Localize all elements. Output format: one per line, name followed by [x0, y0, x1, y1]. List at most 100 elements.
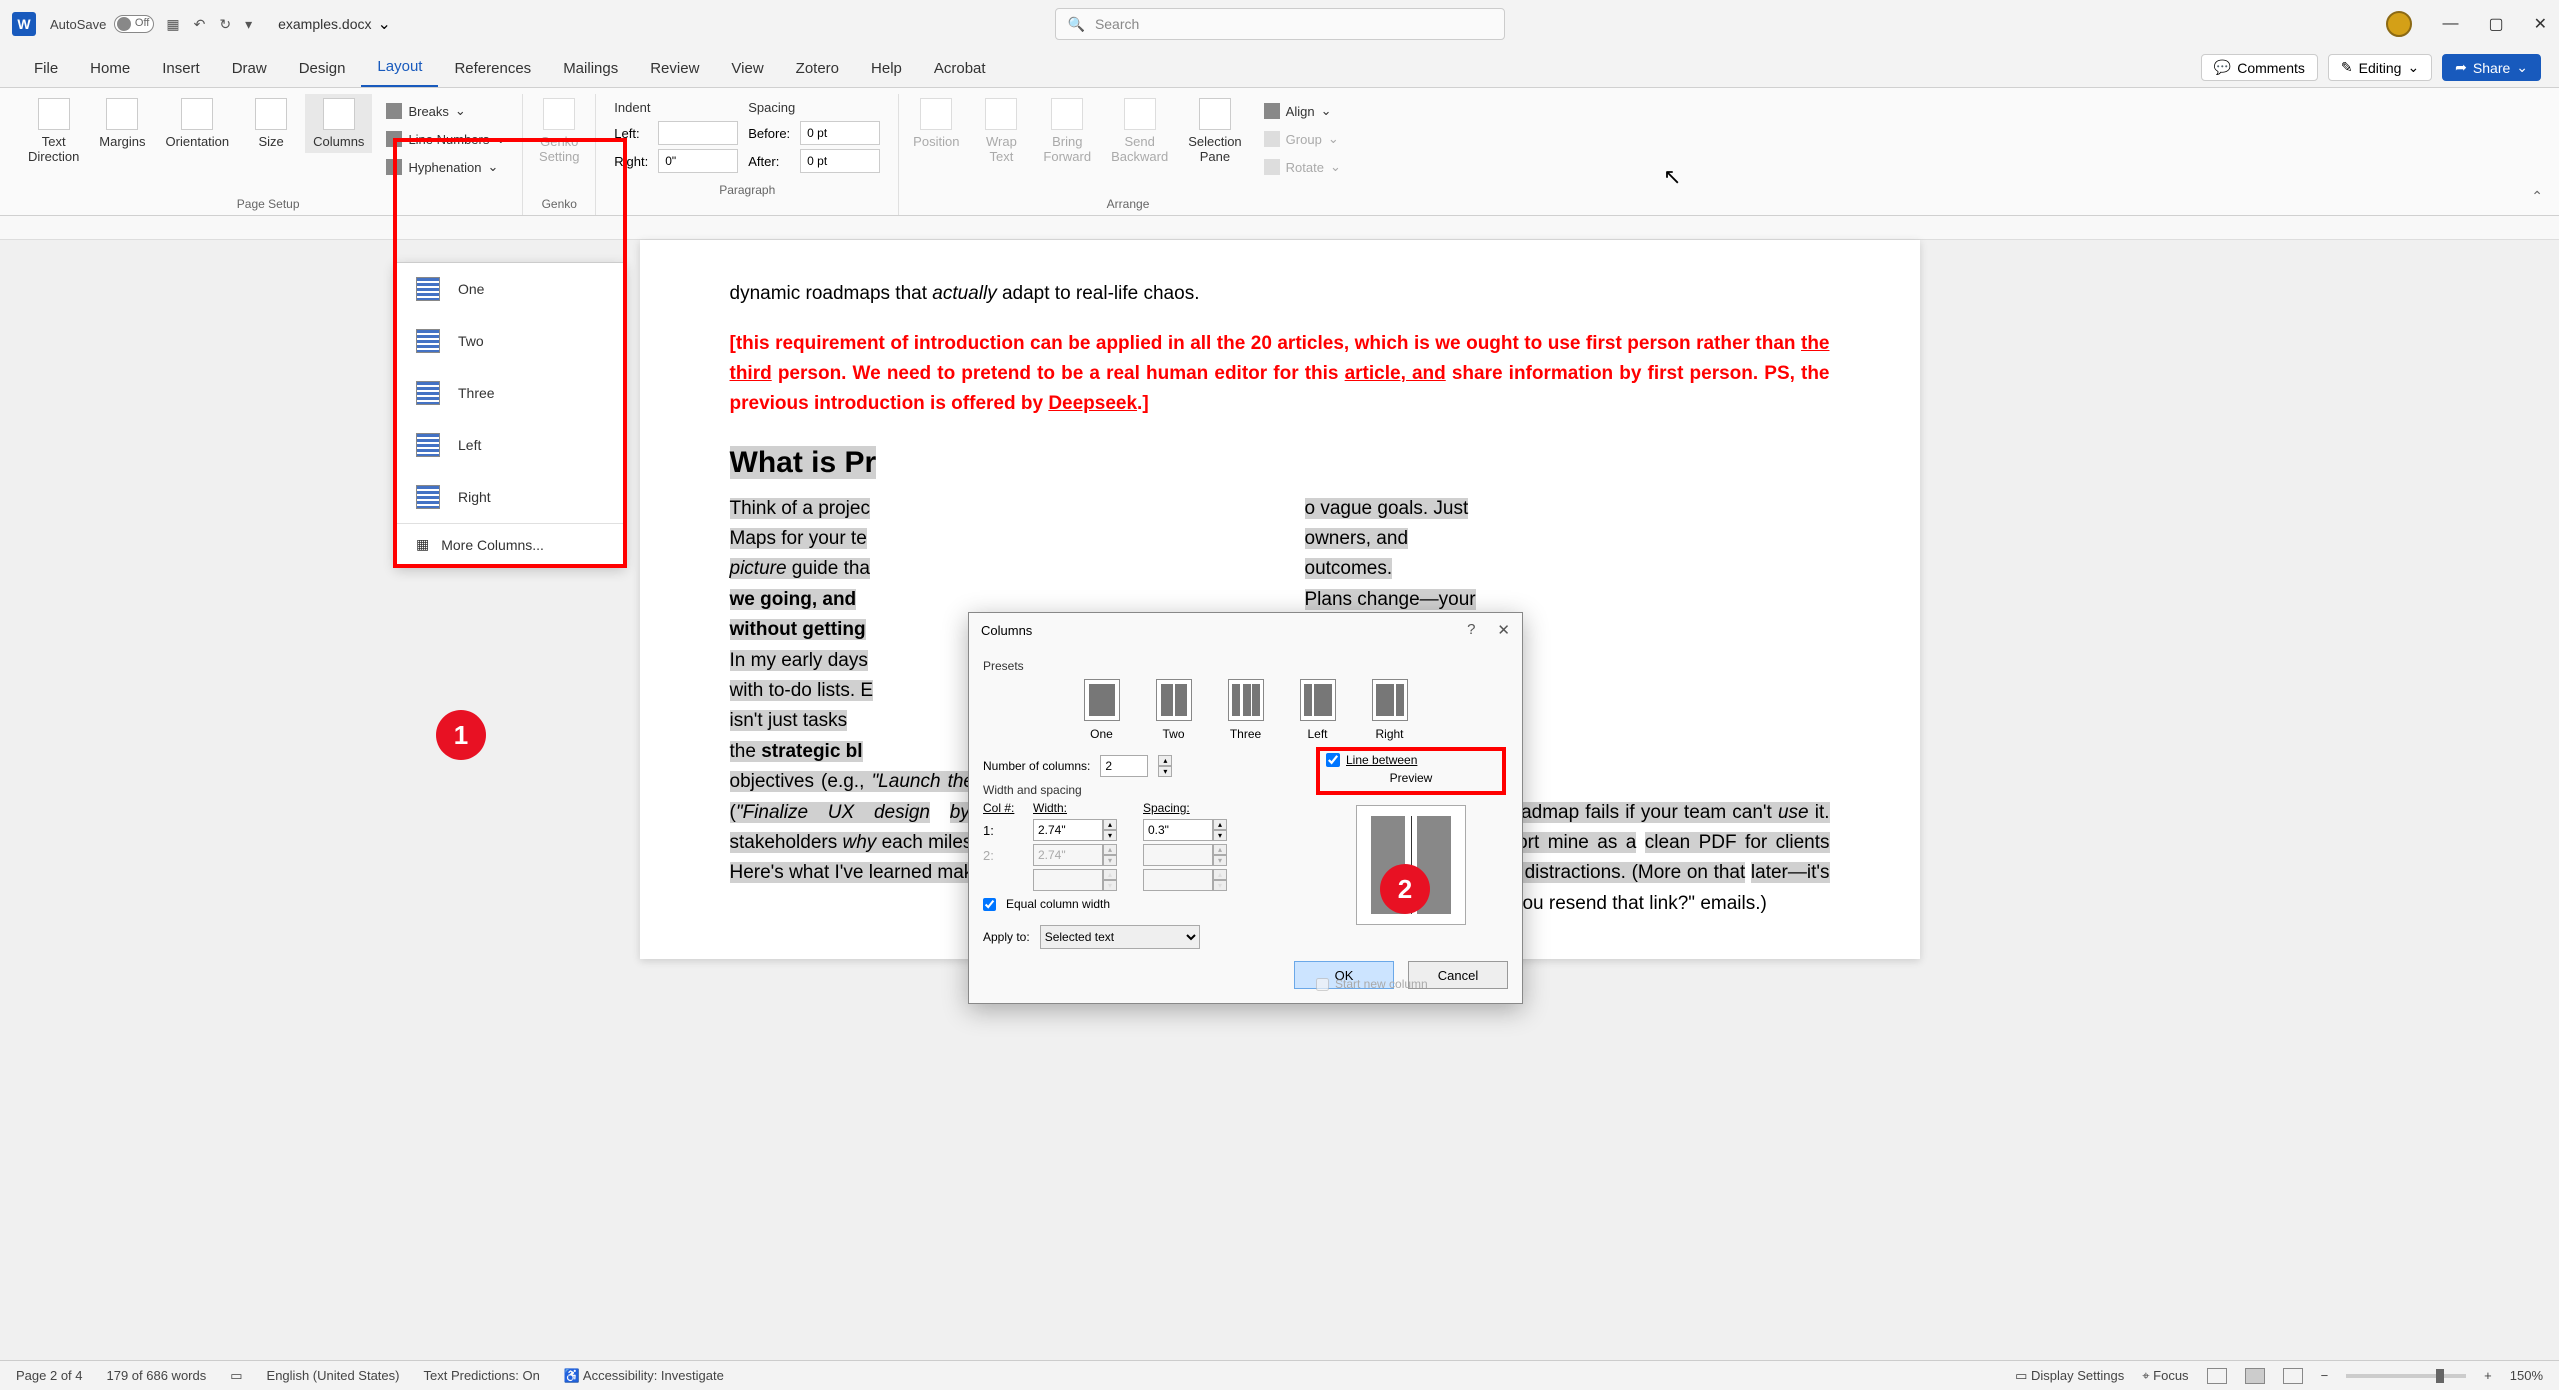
save-icon[interactable]: ▦ — [166, 16, 179, 33]
preset-three[interactable]: Three — [1228, 679, 1264, 741]
tab-references[interactable]: References — [438, 50, 547, 87]
spell-check-icon[interactable]: ▭ — [230, 1368, 242, 1384]
minimize-icon[interactable]: — — [2442, 15, 2458, 33]
autosave-toggle[interactable]: Off — [114, 15, 154, 33]
genko-setting-button[interactable]: Genko Setting — [529, 94, 589, 168]
hyphenation-button[interactable]: Hyphenation ⌄ — [380, 156, 512, 178]
columns-option-two[interactable]: Two — [396, 315, 624, 367]
intro-text: dynamic roadmaps that actually adapt to … — [730, 280, 1830, 309]
horizontal-ruler[interactable] — [0, 216, 2559, 240]
accessibility-indicator[interactable]: ♿ Accessibility: Investigate — [564, 1368, 724, 1384]
columns-option-three[interactable]: Three — [396, 367, 624, 419]
qa-more-icon[interactable]: ▾ — [245, 16, 252, 33]
row1-width-spinner[interactable]: ▴▾ — [1103, 819, 1117, 841]
dialog-titlebar[interactable]: Columns ? ✕ — [969, 613, 1522, 647]
preset-right[interactable]: Right — [1372, 679, 1408, 741]
tab-help[interactable]: Help — [855, 50, 918, 87]
tab-mailings[interactable]: Mailings — [547, 50, 634, 87]
document-name[interactable]: examples.docx — [278, 16, 371, 32]
focus-button[interactable]: ⌖ Focus — [2142, 1368, 2188, 1384]
wrap-text-button[interactable]: Wrap Text — [971, 94, 1031, 168]
size-button[interactable]: Size — [241, 94, 301, 153]
width-header: Width: — [1033, 801, 1143, 815]
columns-option-left[interactable]: Left — [396, 419, 624, 471]
tab-layout[interactable]: Layout — [361, 48, 438, 87]
tab-design[interactable]: Design — [283, 50, 362, 87]
spacing-after-input[interactable] — [800, 149, 880, 173]
align-button[interactable]: Align ⌄ — [1258, 100, 1347, 122]
bring-forward-button[interactable]: Bring Forward — [1035, 94, 1099, 168]
zoom-slider[interactable] — [2346, 1374, 2466, 1378]
print-layout-icon[interactable] — [2245, 1368, 2265, 1384]
group-label-page-setup: Page Setup — [237, 193, 300, 215]
start-new-column-checkbox — [1316, 978, 1329, 991]
text-direction-button[interactable]: Text Direction — [20, 94, 87, 168]
equal-width-checkbox[interactable] — [983, 898, 996, 911]
tab-file[interactable]: File — [18, 50, 74, 87]
position-button[interactable]: Position — [905, 94, 967, 153]
columns-option-right[interactable]: Right — [396, 471, 624, 523]
num-columns-input[interactable] — [1100, 755, 1148, 777]
docname-dropdown-icon[interactable]: ⌄ — [378, 14, 391, 34]
page-indicator[interactable]: Page 2 of 4 — [16, 1368, 83, 1383]
preset-left[interactable]: Left — [1300, 679, 1336, 741]
indent-right-input[interactable] — [658, 149, 738, 173]
breaks-button[interactable]: Breaks ⌄ — [380, 100, 512, 122]
row1-width-input[interactable] — [1033, 819, 1103, 841]
tab-review[interactable]: Review — [634, 50, 715, 87]
indent-left-input[interactable] — [658, 121, 738, 145]
read-mode-icon[interactable] — [2207, 1368, 2227, 1384]
redo-icon[interactable]: ↻ — [219, 16, 231, 33]
rotate-button[interactable]: Rotate ⌄ — [1258, 156, 1347, 178]
send-backward-button[interactable]: Send Backward — [1103, 94, 1176, 168]
group-label-genko: Genko — [542, 193, 577, 215]
zoom-level[interactable]: 150% — [2510, 1368, 2543, 1383]
tab-zotero[interactable]: Zotero — [780, 50, 855, 87]
preset-two[interactable]: Two — [1156, 679, 1192, 741]
tab-insert[interactable]: Insert — [146, 50, 216, 87]
tab-view[interactable]: View — [715, 50, 779, 87]
annotation-badge-2: 2 — [1380, 864, 1430, 914]
spacing-before-input[interactable] — [800, 121, 880, 145]
undo-icon[interactable]: ↶ — [194, 16, 206, 33]
columns-option-one[interactable]: One — [396, 263, 624, 315]
row1-spacing-spinner[interactable]: ▴▾ — [1213, 819, 1227, 841]
apply-to-select[interactable]: Selected text — [1040, 925, 1200, 949]
word-app-icon: W — [12, 12, 36, 36]
selection-pane-button[interactable]: Selection Pane — [1180, 94, 1249, 168]
word-count[interactable]: 179 of 686 words — [107, 1368, 207, 1383]
group-label-arrange: Arrange — [1107, 193, 1150, 215]
web-layout-icon[interactable] — [2283, 1368, 2303, 1384]
display-settings-button[interactable]: ▭ Display Settings — [2015, 1368, 2124, 1384]
line-between-checkbox[interactable] — [1326, 753, 1340, 767]
orientation-button[interactable]: Orientation — [158, 94, 238, 153]
group-objects-button[interactable]: Group ⌄ — [1258, 128, 1347, 150]
dialog-help-icon[interactable]: ? — [1467, 621, 1475, 639]
tab-home[interactable]: Home — [74, 50, 146, 87]
text-predictions-indicator[interactable]: Text Predictions: On — [423, 1368, 539, 1383]
row1-spacing-input[interactable] — [1143, 819, 1213, 841]
zoom-in-icon[interactable]: + — [2484, 1368, 2492, 1383]
columns-button[interactable]: Columns — [305, 94, 372, 153]
user-avatar[interactable] — [2386, 11, 2412, 37]
num-columns-spinner[interactable]: ▴▾ — [1158, 755, 1172, 777]
ribbon-collapse-icon[interactable]: ⌃ — [2531, 188, 2543, 205]
tab-draw[interactable]: Draw — [216, 50, 283, 87]
language-indicator[interactable]: English (United States) — [267, 1368, 400, 1383]
dialog-close-icon[interactable]: ✕ — [1497, 621, 1510, 639]
more-columns-option[interactable]: ▦More Columns... — [396, 523, 624, 565]
dialog-title: Columns — [981, 623, 1032, 638]
editing-mode-button[interactable]: ✎ Editing ⌄ — [2328, 54, 2432, 81]
share-button[interactable]: ➦ Share ⌄ — [2442, 54, 2541, 81]
spacing-header-2: Spacing: — [1143, 801, 1253, 815]
margins-button[interactable]: Margins — [91, 94, 153, 153]
comments-button[interactable]: 💬 Comments — [2201, 54, 2318, 81]
line-numbers-button[interactable]: Line Numbers ⌄ — [380, 128, 512, 150]
row3-spacing-input — [1143, 869, 1213, 891]
preset-one[interactable]: One — [1084, 679, 1120, 741]
maximize-icon[interactable]: ▢ — [2488, 14, 2503, 34]
search-box[interactable]: 🔍 Search — [1055, 8, 1505, 40]
close-icon[interactable]: ✕ — [2534, 14, 2547, 34]
tab-acrobat[interactable]: Acrobat — [918, 50, 1002, 87]
zoom-out-icon[interactable]: − — [2321, 1368, 2329, 1383]
